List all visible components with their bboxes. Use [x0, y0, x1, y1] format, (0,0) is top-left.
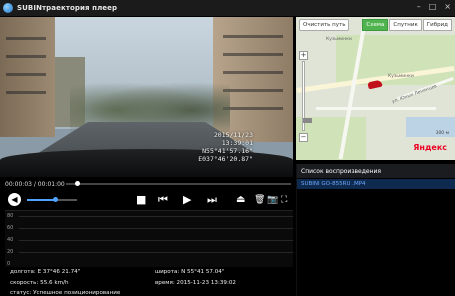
map-road — [316, 107, 436, 110]
osd-date: 2015/11/23 — [213, 131, 253, 139]
zoom-slider[interactable] — [302, 61, 312, 131]
stop-button[interactable]: ■ — [136, 193, 146, 207]
video-building-left — [0, 17, 55, 137]
graph-gridline — [19, 216, 293, 217]
zoom-out-button[interactable]: − — [299, 133, 308, 142]
clear-path-button[interactable]: Очистить путь — [299, 19, 350, 31]
playback-time: 00:00:03 / 00:01:00 — [5, 180, 65, 188]
vehicle-marker-icon[interactable] — [367, 79, 383, 90]
graph-tick: 40 — [7, 237, 14, 243]
previous-button[interactable]: ⏮ — [158, 193, 168, 207]
app-title: SUBINтраектория плеер — [17, 4, 118, 12]
speed-text: скорость: 55.6 km/h — [10, 280, 69, 286]
status-text: статус: Успешное позиционирование — [10, 290, 121, 296]
map-label: Кузьминки — [388, 74, 414, 79]
map-brand-logo: Яндекс — [413, 143, 447, 152]
zoom-handle[interactable] — [303, 118, 312, 123]
time-text: время: 2015-11-23 13:39:02 — [155, 280, 236, 286]
fullscreen-button[interactable]: ⛶ — [281, 193, 287, 207]
osd-time: 13:39:01 — [221, 139, 253, 147]
app-logo-icon — [3, 3, 13, 13]
map-scale: 300 м — [435, 131, 449, 136]
seek-handle[interactable] — [75, 181, 81, 186]
graph-gridline — [19, 228, 293, 229]
map-panel[interactable]: Кузьминки Кузьминки ул. Юных Ленинцев Оч… — [296, 17, 455, 160]
map-zoom-control: + − — [299, 51, 312, 142]
osd-latitude: N55°41'57.16" — [202, 147, 253, 155]
map-type-scheme[interactable]: Схема — [362, 19, 389, 31]
time-row: 00:00:03 / 00:01:00 — [0, 178, 293, 190]
map-label: Кузьминки — [326, 37, 352, 42]
graph-tick: 20 — [7, 249, 14, 255]
playlist-panel: Список воспроизведения SUBINI GO-855RU .… — [296, 164, 455, 296]
delete-button[interactable]: 🗑 — [254, 193, 265, 207]
playlist-item[interactable]: SUBINI GO-855RU .MP4 — [297, 179, 455, 189]
player-controls: ◀ ■ ⏮ ▶ ⏭ ⏏ 🗑 📷 ⛶ — [0, 191, 293, 209]
window-controls: – □ × — [417, 2, 451, 11]
next-button[interactable]: ⏭ — [207, 193, 217, 207]
speed-graph: 80 60 40 20 0 — [5, 210, 293, 267]
video-osd: 2015/11/23 13:39:01 N55°41'57.16" E037°4… — [198, 131, 253, 163]
seek-bar[interactable] — [66, 181, 291, 186]
zoom-in-button[interactable]: + — [299, 51, 308, 60]
close-button[interactable]: × — [444, 2, 451, 11]
video-frame[interactable]: 2015/11/23 13:39:01 N55°41'57.16" E037°4… — [0, 17, 293, 177]
eject-button[interactable]: ⏏ — [236, 193, 245, 207]
volume-fill — [27, 199, 55, 201]
graph-gridline — [19, 240, 293, 241]
playlist-header: Список воспроизведения — [297, 164, 455, 178]
longitude-text: долгота: E 37°46 21.74" — [10, 269, 81, 275]
map-street-label: ул. Юных Ленинцев — [391, 84, 438, 105]
map-type-satellite[interactable]: Спутник — [389, 19, 422, 31]
graph-gridline — [19, 252, 293, 253]
map-left-buttons: Очистить путь — [299, 19, 350, 31]
graph-tick: 60 — [7, 225, 14, 231]
gps-info-panel: долгота: E 37°46 21.74" широта: N 55°41 … — [0, 267, 293, 296]
volume-handle[interactable] — [52, 197, 58, 202]
snapshot-button[interactable]: 📷 — [267, 193, 278, 207]
maximize-button[interactable]: □ — [429, 2, 437, 11]
graph-tick: 80 — [7, 213, 14, 219]
osd-longitude: E037°46'20.87" — [198, 155, 253, 163]
latitude-text: широта: N 55°41 57.04" — [155, 269, 225, 275]
play-button[interactable]: ▶ — [183, 193, 191, 207]
title-bar: SUBINтраектория плеер – □ × — [0, 0, 455, 16]
map-type-hybrid[interactable]: Гибрид — [422, 19, 452, 31]
map-type-switcher: Схема Спутник Гибрид — [362, 19, 452, 31]
volume-slider[interactable] — [27, 197, 77, 202]
volume-icon[interactable]: ◀ — [8, 193, 21, 206]
minimize-button[interactable]: – — [417, 2, 421, 11]
